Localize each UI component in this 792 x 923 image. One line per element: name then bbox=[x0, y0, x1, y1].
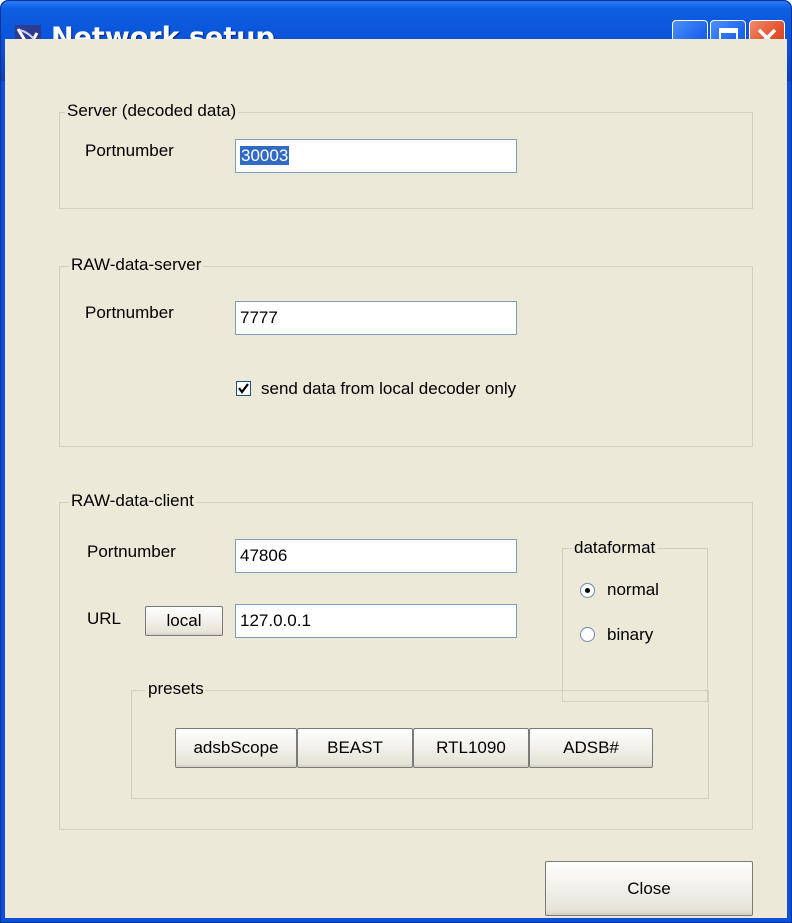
raw-server-port-label: Portnumber bbox=[85, 303, 174, 322]
server-port-value: 30003 bbox=[240, 146, 290, 165]
radio-selected-dot bbox=[585, 588, 590, 593]
raw-server-group-legend: RAW-data-server bbox=[69, 255, 204, 275]
raw-server-group bbox=[59, 266, 753, 447]
dataformat-group-legend: dataformat bbox=[572, 538, 658, 558]
server-port-label: Portnumber bbox=[85, 141, 174, 160]
url-input[interactable]: 127.0.0.1 bbox=[235, 604, 517, 638]
local-button[interactable]: local bbox=[145, 606, 223, 636]
server-group-legend: Server (decoded data) bbox=[65, 101, 239, 121]
dataformat-binary-radio[interactable] bbox=[580, 627, 595, 642]
server-port-input[interactable]: 30003 bbox=[235, 139, 517, 173]
url-label: URL bbox=[87, 609, 122, 628]
network-setup-window: Network setup Server (decoded data) Port… bbox=[0, 0, 792, 923]
local-decoder-only-label[interactable]: send data from local decoder only bbox=[261, 379, 516, 399]
dialog-body: Server (decoded data) Portnumber 30003 R… bbox=[5, 39, 787, 918]
dataformat-normal-label[interactable]: normal bbox=[607, 580, 659, 600]
preset-beast-button[interactable]: BEAST bbox=[297, 728, 413, 768]
preset-rtl1090-button[interactable]: RTL1090 bbox=[413, 728, 529, 768]
presets-group-legend: presets bbox=[146, 679, 206, 699]
dataformat-normal-radio[interactable] bbox=[580, 583, 595, 598]
raw-client-port-label: Portnumber bbox=[87, 542, 176, 561]
raw-server-port-input[interactable]: 7777 bbox=[235, 301, 517, 335]
dataformat-binary-label[interactable]: binary bbox=[607, 625, 653, 645]
close-button[interactable]: Close bbox=[545, 861, 753, 916]
preset-adsbscope-button[interactable]: adsbScope bbox=[175, 728, 297, 768]
raw-client-group-legend: RAW-data-client bbox=[69, 491, 196, 511]
checkmark-icon bbox=[238, 383, 249, 394]
raw-client-port-input[interactable]: 47806 bbox=[235, 539, 517, 573]
local-decoder-only-checkbox[interactable] bbox=[236, 381, 251, 396]
preset-adsbsharp-button[interactable]: ADSB# bbox=[529, 728, 653, 768]
